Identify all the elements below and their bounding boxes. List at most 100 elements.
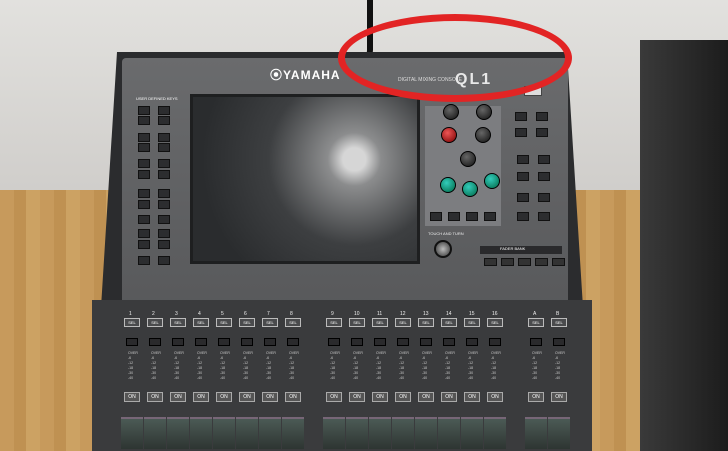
fader-bank-key[interactable] (535, 258, 548, 266)
section-key[interactable] (515, 128, 527, 137)
rotary-knob[interactable] (443, 104, 459, 120)
channel-fader[interactable] (121, 417, 143, 449)
channel-fader[interactable] (167, 417, 189, 449)
channel-fader[interactable] (346, 417, 368, 449)
section-key[interactable] (517, 193, 529, 202)
cue-key[interactable] (466, 338, 478, 346)
channel-fader[interactable] (259, 417, 281, 449)
on-button[interactable]: ON (262, 392, 278, 402)
on-button[interactable]: ON (170, 392, 186, 402)
channel-fader[interactable] (323, 417, 345, 449)
on-button[interactable]: ON (326, 392, 342, 402)
sel-button[interactable]: SEL (418, 318, 434, 327)
cue-key[interactable] (374, 338, 386, 346)
sel-button[interactable]: SEL (170, 318, 186, 327)
channel-fader[interactable] (438, 417, 460, 449)
section-key[interactable] (538, 212, 550, 221)
sel-button[interactable]: SEL (193, 318, 209, 327)
cue-key[interactable] (553, 338, 565, 346)
sel-button[interactable]: SEL (147, 318, 163, 327)
user-defined-key[interactable] (138, 256, 150, 265)
sel-button[interactable]: SEL (349, 318, 365, 327)
sel-button[interactable]: SEL (551, 318, 567, 327)
user-defined-key[interactable] (138, 170, 150, 179)
on-button[interactable]: ON (418, 392, 434, 402)
cue-key[interactable] (218, 338, 230, 346)
function-key[interactable] (430, 212, 442, 221)
sel-button[interactable]: SEL (285, 318, 301, 327)
section-key[interactable] (538, 172, 550, 181)
section-key[interactable] (517, 212, 529, 221)
on-button[interactable]: ON (349, 392, 365, 402)
sel-button[interactable]: SEL (372, 318, 388, 327)
cue-key[interactable] (351, 338, 363, 346)
user-defined-key[interactable] (158, 133, 170, 142)
user-defined-key[interactable] (158, 189, 170, 198)
channel-fader[interactable] (144, 417, 166, 449)
cue-key[interactable] (397, 338, 409, 346)
cue-key[interactable] (287, 338, 299, 346)
on-button[interactable]: ON (528, 392, 544, 402)
cue-key[interactable] (149, 338, 161, 346)
on-button[interactable]: ON (464, 392, 480, 402)
user-defined-key[interactable] (138, 133, 150, 142)
cue-key[interactable] (530, 338, 542, 346)
fader-bank-key[interactable] (518, 258, 531, 266)
function-key[interactable] (484, 212, 496, 221)
channel-fader[interactable] (236, 417, 258, 449)
on-button[interactable]: ON (285, 392, 301, 402)
on-button[interactable]: ON (124, 392, 140, 402)
channel-fader[interactable] (369, 417, 391, 449)
user-defined-key[interactable] (158, 215, 170, 224)
on-button[interactable]: ON (147, 392, 163, 402)
channel-fader[interactable] (484, 417, 506, 449)
sel-button[interactable]: SEL (528, 318, 544, 327)
on-button[interactable]: ON (395, 392, 411, 402)
section-key[interactable] (517, 172, 529, 181)
section-key[interactable] (515, 112, 527, 121)
channel-fader[interactable] (548, 417, 570, 449)
user-defined-key[interactable] (158, 229, 170, 238)
channel-fader[interactable] (461, 417, 483, 449)
function-key[interactable] (466, 212, 478, 221)
user-defined-key[interactable] (158, 200, 170, 209)
cue-key[interactable] (328, 338, 340, 346)
fader-bank-key[interactable] (552, 258, 565, 266)
rotary-knob[interactable] (476, 104, 492, 120)
sel-button[interactable]: SEL (441, 318, 457, 327)
user-defined-key[interactable] (138, 240, 150, 249)
section-key[interactable] (536, 112, 548, 121)
rotary-knob[interactable] (440, 177, 456, 193)
user-defined-key[interactable] (138, 189, 150, 198)
cue-key[interactable] (264, 338, 276, 346)
user-defined-key[interactable] (158, 170, 170, 179)
sel-button[interactable]: SEL (262, 318, 278, 327)
user-defined-key[interactable] (138, 200, 150, 209)
user-defined-key[interactable] (158, 240, 170, 249)
cue-key[interactable] (172, 338, 184, 346)
rotary-knob[interactable] (484, 173, 500, 189)
user-defined-key[interactable] (158, 116, 170, 125)
user-defined-key[interactable] (138, 215, 150, 224)
section-key[interactable] (536, 128, 548, 137)
sel-button[interactable]: SEL (395, 318, 411, 327)
sel-button[interactable]: SEL (239, 318, 255, 327)
on-button[interactable]: ON (441, 392, 457, 402)
rotary-knob[interactable] (462, 181, 478, 197)
rotary-knob[interactable] (475, 127, 491, 143)
user-defined-key[interactable] (158, 143, 170, 152)
cue-key[interactable] (126, 338, 138, 346)
on-button[interactable]: ON (239, 392, 255, 402)
user-defined-key[interactable] (158, 159, 170, 168)
on-button[interactable]: ON (487, 392, 503, 402)
fader-bank-key[interactable] (501, 258, 514, 266)
cue-key[interactable] (489, 338, 501, 346)
cue-key[interactable] (420, 338, 432, 346)
on-button[interactable]: ON (216, 392, 232, 402)
touch-and-turn-knob[interactable] (434, 240, 452, 258)
channel-fader[interactable] (392, 417, 414, 449)
user-defined-key[interactable] (158, 106, 170, 115)
sel-button[interactable]: SEL (464, 318, 480, 327)
function-key[interactable] (448, 212, 460, 221)
channel-fader[interactable] (190, 417, 212, 449)
